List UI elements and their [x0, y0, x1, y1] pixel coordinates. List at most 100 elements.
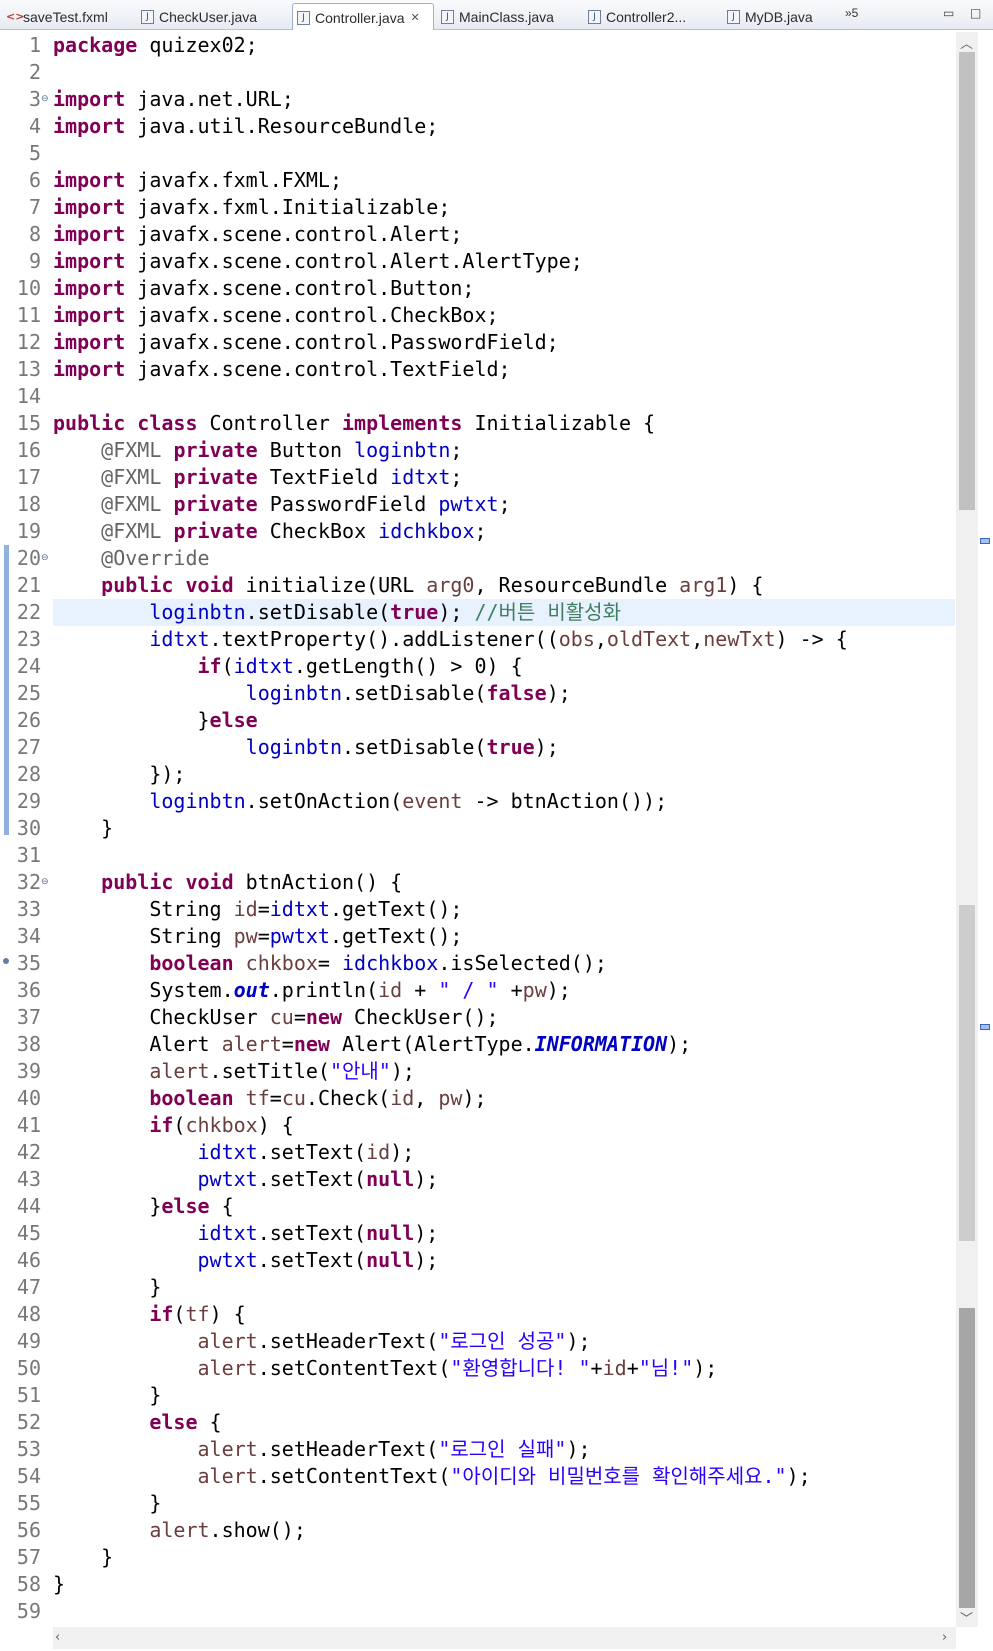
code-line[interactable]: loginbtn.setDisable(false); [53, 680, 571, 707]
close-tab-icon[interactable]: ✕ [411, 11, 420, 24]
code-line[interactable]: package quizex02; [53, 32, 258, 59]
code-line[interactable]: pwtxt.setText(null); [53, 1247, 439, 1274]
tab-controller2-java[interactable]: J Controller2... [584, 4, 686, 29]
code-token: loginbtn [245, 681, 342, 705]
code-editor[interactable]: 1 package quizex02; 2 3 ⊖ import java.net.URL… [0, 30, 993, 1651]
overview-ruler-mark[interactable] [980, 1024, 990, 1030]
overview-ruler-mark[interactable] [980, 538, 990, 544]
fold-toggle-icon[interactable]: ⊖ [41, 545, 50, 572]
code-line[interactable]: import javafx.scene.control.Alert.AlertT… [53, 248, 583, 275]
minimize-icon[interactable]: ▭ [943, 6, 954, 20]
code-line[interactable]: public void initialize(URL arg0, Resourc… [53, 572, 763, 599]
code-token: null [366, 1221, 415, 1245]
code-token: alert [149, 1059, 210, 1083]
code-line[interactable]: alert.setTitle("안내"); [53, 1058, 415, 1085]
code-line[interactable]: } [53, 1382, 161, 1409]
horizontal-scrollbar[interactable] [53, 1627, 956, 1649]
code-line[interactable]: } [53, 1274, 161, 1301]
code-line[interactable]: else { [53, 1409, 221, 1436]
code-line[interactable]: @Override [53, 545, 209, 572]
tab-mainclass-java[interactable]: J MainClass.java [437, 4, 554, 29]
code-line[interactable]: }else { [53, 1193, 233, 1220]
code-line[interactable]: CheckUser cu=new CheckUser(); [53, 1004, 498, 1031]
code-line[interactable]: alert.setContentText("아이디와 비밀번호를 확인해주세요.… [53, 1463, 811, 1490]
maximize-icon[interactable]: □ [970, 6, 981, 20]
code-line[interactable]: import javafx.scene.control.Button; [53, 275, 474, 302]
fold-toggle-icon[interactable]: ⊖ [41, 869, 50, 896]
code-token: = [257, 924, 270, 948]
code-token: ( [221, 654, 234, 678]
tab-savetest-fxml[interactable]: <> saveTest.fxml [2, 4, 108, 29]
scrollbar-thumb-middle[interactable] [959, 905, 975, 1241]
code-token: .isSelected(); [438, 951, 607, 975]
line-number: 45 [16, 1221, 41, 1245]
code-line[interactable]: @FXML private Button loginbtn; [53, 437, 462, 464]
code-line[interactable]: if(idtxt.getLength() > 0) { [53, 653, 523, 680]
tab-checkuser-java[interactable]: J CheckUser.java [137, 4, 257, 29]
code-line[interactable]: } [53, 815, 113, 842]
tab-mydb-java[interactable]: J MyDB.java [723, 4, 813, 29]
code-line[interactable]: boolean tf=cu.Check(id, pw); [53, 1085, 486, 1112]
code-line[interactable]: import java.util.ResourceBundle; [53, 113, 438, 140]
code-line[interactable]: import javafx.fxml.Initializable; [53, 194, 450, 221]
code-token: public [53, 411, 126, 435]
code-line[interactable]: idtxt.setText(null); [53, 1220, 439, 1247]
code-line[interactable]: String pw=pwtxt.getText(); [53, 923, 462, 950]
code-line[interactable]: }else [53, 707, 257, 734]
code-line[interactable]: alert.setHeaderText("로그인 실패"); [53, 1436, 591, 1463]
code-line[interactable]: @FXML private TextField idtxt; [53, 464, 462, 491]
code-line[interactable]: @FXML private PasswordField pwtxt; [53, 491, 510, 518]
code-line[interactable]: loginbtn.setOnAction(event -> btnAction(… [53, 788, 667, 815]
code-line[interactable]: import javafx.scene.control.PasswordFiel… [53, 329, 559, 356]
scroll-right-icon[interactable]: › [942, 1630, 947, 1645]
line-number: 16 [16, 438, 41, 462]
code-line[interactable]: public class Controller implements Initi… [53, 410, 655, 437]
code-line[interactable]: import javafx.scene.control.CheckBox; [53, 302, 499, 329]
code-line[interactable]: Alert alert=new Alert(AlertType.INFORMAT… [53, 1031, 691, 1058]
tab-overflow-button[interactable]: »5 [845, 6, 858, 20]
code-line[interactable]: public void btnAction() { [53, 869, 402, 896]
code-line[interactable]: pwtxt.setText(null); [53, 1166, 439, 1193]
code-token: idtxt [269, 897, 330, 921]
line-number: 15 [16, 411, 41, 435]
code-line[interactable]: import javafx.fxml.FXML; [53, 167, 342, 194]
line-number: 12 [16, 330, 41, 354]
code-line[interactable]: @FXML private CheckBox idchkbox; [53, 518, 486, 545]
tab-controller-java[interactable]: J Controller.java ✕ [292, 3, 434, 31]
code-token: import [53, 222, 126, 246]
code-line[interactable]: loginbtn.setDisable(true); [53, 734, 559, 761]
code-line[interactable]: alert.setContentText("환영합니다! "+id+"님!"); [53, 1355, 718, 1382]
scrollbar-thumb[interactable] [959, 1308, 975, 1608]
code-line[interactable]: import javafx.scene.control.Alert; [53, 221, 462, 248]
code-line[interactable]: import javafx.scene.control.TextField; [53, 356, 511, 383]
line-number: 38 [16, 1032, 41, 1056]
code-token: CheckUser [53, 1005, 270, 1029]
code-token: } [53, 1194, 162, 1218]
scroll-left-icon[interactable]: ‹ [55, 1630, 60, 1645]
code-line[interactable]: import java.net.URL; [53, 86, 294, 113]
code-token: alert [197, 1437, 258, 1461]
code-line[interactable]: if(chkbox) { [53, 1112, 294, 1139]
code-line[interactable]: idtxt.textProperty().addListener((obs,ol… [53, 626, 847, 653]
line-number: 50 [16, 1356, 41, 1380]
code-line[interactable]: String id=idtxt.getText(); [53, 896, 462, 923]
code-line[interactable]: alert.show(); [53, 1517, 306, 1544]
code-line[interactable]: loginbtn.setDisable(true); //버튼 비활성화 [53, 599, 621, 626]
scroll-down-icon[interactable]: ﹀ [960, 1608, 973, 1627]
code-line[interactable]: idtxt.setText(id); [53, 1139, 415, 1166]
scroll-up-icon[interactable]: ︿ [960, 33, 973, 52]
code-line[interactable]: System.out.println(id + " / " +pw); [53, 977, 571, 1004]
code-line[interactable]: }); [53, 761, 185, 788]
code-line[interactable]: } [53, 1490, 161, 1517]
code-line[interactable]: boolean chkbox= idchkbox.isSelected(); [53, 950, 607, 977]
code-line[interactable]: } [53, 1544, 113, 1571]
code-line[interactable]: if(tf) { [53, 1301, 245, 1328]
code-line[interactable]: } [53, 1571, 65, 1598]
code-line[interactable]: alert.setHeaderText("로그인 성공"); [53, 1328, 591, 1355]
scrollbar-thumb-upper[interactable] [959, 52, 975, 510]
fold-toggle-icon[interactable]: ⊖ [41, 86, 50, 113]
code-token: alert [197, 1329, 258, 1353]
